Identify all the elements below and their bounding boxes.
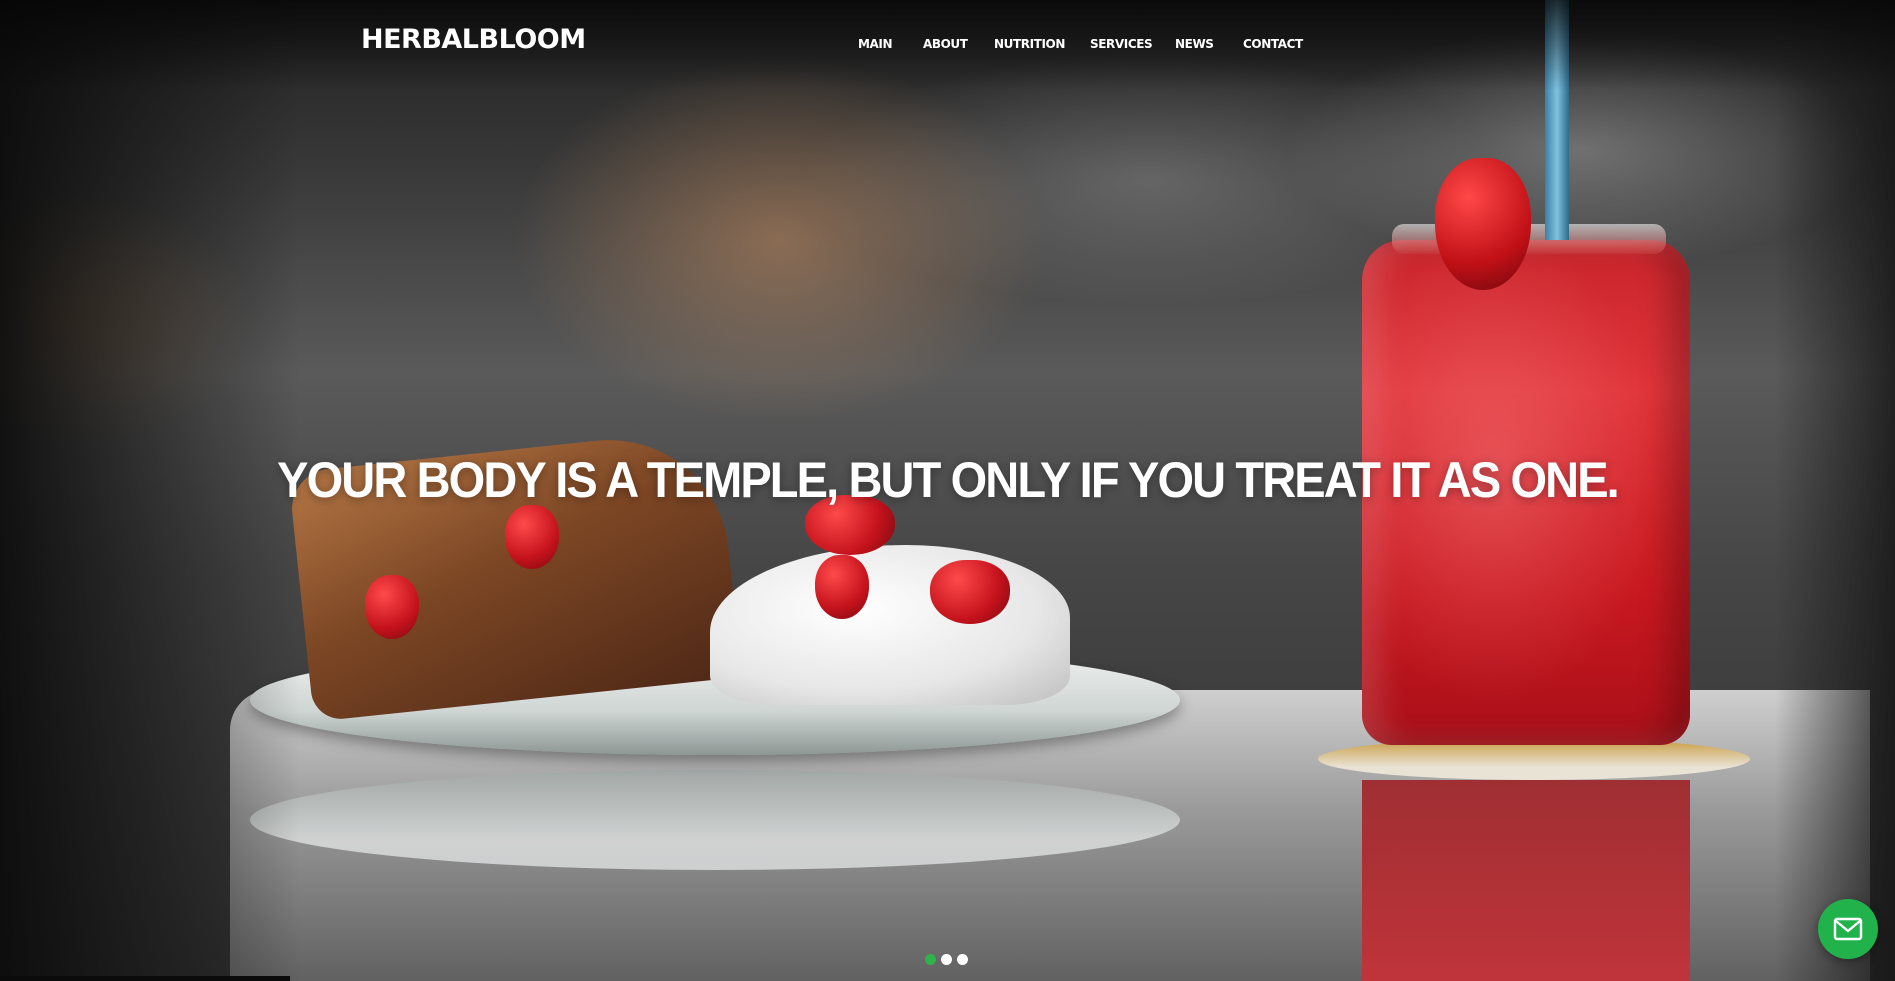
whipped-cream bbox=[710, 545, 1070, 705]
contact-mail-button[interactable] bbox=[1818, 899, 1878, 959]
jar-reflection bbox=[1362, 780, 1690, 981]
nav-item-about[interactable]: ABOUT bbox=[923, 37, 968, 51]
strawberry bbox=[365, 575, 419, 639]
slider-dot[interactable] bbox=[925, 954, 936, 965]
strawberry bbox=[505, 505, 559, 569]
strawberry bbox=[930, 560, 1010, 624]
nav-item-contact[interactable]: CONTACT bbox=[1243, 37, 1303, 51]
bottom-edge bbox=[0, 976, 290, 981]
slider-dot[interactable] bbox=[941, 954, 952, 965]
hero-headline: YOUR BODY IS A TEMPLE, BUT ONLY IF YOU T… bbox=[277, 452, 1620, 508]
plate-reflection bbox=[250, 770, 1180, 870]
nav-item-nutrition[interactable]: NUTRITION bbox=[994, 37, 1065, 51]
slider-dot[interactable] bbox=[957, 954, 968, 965]
nav-item-main[interactable]: MAIN bbox=[858, 37, 893, 51]
slider-pagination bbox=[925, 954, 975, 966]
site-logo[interactable]: HERBALBLOOM bbox=[361, 24, 586, 55]
strawberry-garnish bbox=[1435, 158, 1531, 290]
nav-item-services[interactable]: SERVICES bbox=[1090, 37, 1153, 51]
nav-item-news[interactable]: NEWS bbox=[1175, 37, 1214, 51]
strawberry bbox=[815, 555, 869, 619]
mail-icon bbox=[1833, 917, 1863, 941]
